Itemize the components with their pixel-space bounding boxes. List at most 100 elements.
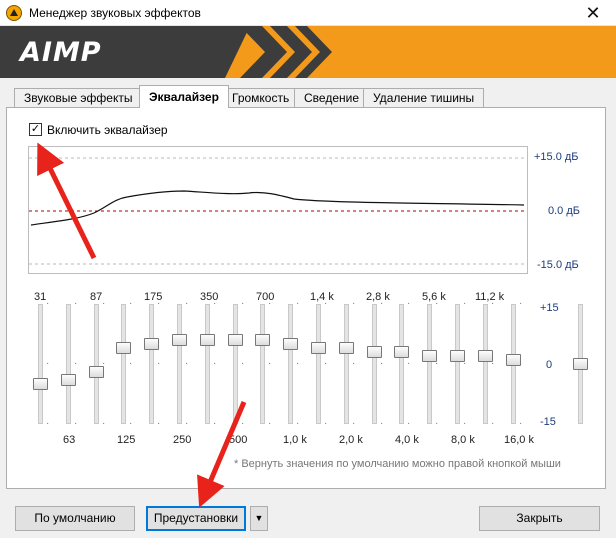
preamp-slider-thumb[interactable] xyxy=(573,358,588,370)
slider-tick-dots: · xyxy=(213,358,219,369)
tab-equalizer[interactable]: Эквалайзер xyxy=(139,85,229,108)
aimp-banner: AIMP xyxy=(0,26,616,78)
slider-tick-dots: · xyxy=(268,418,274,429)
eq-band-slider-thumb[interactable] xyxy=(255,334,270,346)
eq-band-slider-track[interactable] xyxy=(94,304,99,424)
eq-curve-svg xyxy=(29,157,527,265)
eq-band-slider-track[interactable] xyxy=(66,304,71,424)
slider-tick-dots: · xyxy=(185,358,191,369)
slider-tick-dots: · xyxy=(352,418,358,429)
eq-band-slider-track[interactable] xyxy=(427,304,432,424)
tab-volume[interactable]: Громкость xyxy=(222,88,300,108)
eq-band-slider-track[interactable] xyxy=(121,304,126,424)
aimp-app-icon xyxy=(6,5,22,21)
eq-band-slider-track[interactable] xyxy=(344,304,349,424)
eq-band-slider-track[interactable] xyxy=(483,304,488,424)
eq-band-slider-thumb[interactable] xyxy=(450,350,465,362)
slider-tick-dots: · xyxy=(102,298,108,309)
slider-tick-dots: · xyxy=(380,298,386,309)
eq-band-slider-track[interactable] xyxy=(372,304,377,424)
eq-band-slider-thumb[interactable] xyxy=(144,338,159,350)
slider-tick-dots: · xyxy=(324,418,330,429)
slider-tick-dots: · xyxy=(268,358,274,369)
eq-band-slider-track[interactable] xyxy=(455,304,460,424)
graph-scale-middle: 0.0 дБ xyxy=(548,205,580,217)
slider-tick-dots: · xyxy=(491,298,497,309)
slider-tick-dots: · xyxy=(46,298,52,309)
slider-tick-dots: · xyxy=(185,298,191,309)
slider-tick-dots: · xyxy=(157,418,163,429)
slider-tick-dots: · xyxy=(519,418,525,429)
eq-band-slider-track[interactable] xyxy=(316,304,321,424)
slider-tick-dots: · xyxy=(157,358,163,369)
slider-tick-dots: · xyxy=(46,358,52,369)
presets-button[interactable]: Предустановки xyxy=(146,506,246,531)
band-label-250: 250 xyxy=(173,434,192,446)
enable-equalizer-label: Включить эквалайзер xyxy=(47,123,168,137)
slider-scale-bottom: -15 xyxy=(540,416,556,428)
eq-band-slider-thumb[interactable] xyxy=(367,346,382,358)
slider-tick-dots: · xyxy=(491,418,497,429)
slider-tick-dots: · xyxy=(380,418,386,429)
slider-tick-dots: · xyxy=(519,298,525,309)
slider-tick-dots: · xyxy=(380,358,386,369)
aimp-logo: AIMP xyxy=(20,37,102,68)
slider-tick-dots: · xyxy=(74,298,80,309)
eq-band-slider-thumb[interactable] xyxy=(478,350,493,362)
eq-band-slider-thumb[interactable] xyxy=(89,366,104,378)
band-label-1-4k: 1,4 k xyxy=(310,291,334,303)
slider-tick-dots: · xyxy=(102,418,108,429)
band-label-8-0k: 8,0 k xyxy=(451,434,475,446)
eq-band-slider-track[interactable] xyxy=(233,304,238,424)
eq-band-slider-thumb[interactable] xyxy=(172,334,187,346)
slider-scale-middle: 0 xyxy=(546,359,553,371)
eq-band-slider-thumb[interactable] xyxy=(394,346,409,358)
slider-tick-dots: · xyxy=(268,298,274,309)
slider-tick-dots: · xyxy=(407,358,413,369)
eq-band-slider-thumb[interactable] xyxy=(339,342,354,354)
eq-band-slider-thumb[interactable] xyxy=(33,378,48,390)
eq-band-slider-thumb[interactable] xyxy=(283,338,298,350)
eq-band-slider-thumb[interactable] xyxy=(311,342,326,354)
slider-tick-dots: · xyxy=(129,418,135,429)
slider-tick-dots: · xyxy=(213,418,219,429)
slider-tick-dots: · xyxy=(157,298,163,309)
slider-tick-dots: · xyxy=(241,298,247,309)
slider-tick-dots: · xyxy=(241,418,247,429)
eq-response-graph xyxy=(28,146,528,274)
eq-band-slider-thumb[interactable] xyxy=(116,342,131,354)
graph-scale-top: +15.0 дБ xyxy=(534,151,579,163)
eq-band-slider-track[interactable] xyxy=(177,304,182,424)
band-label-1-0k: 1,0 k xyxy=(283,434,307,446)
eq-band-slider-track[interactable] xyxy=(149,304,154,424)
eq-band-slider-thumb[interactable] xyxy=(200,334,215,346)
close-window-icon[interactable]: ✕ xyxy=(570,0,616,26)
close-button[interactable]: Закрыть xyxy=(479,506,600,531)
presets-dropdown-button[interactable]: ▼ xyxy=(250,506,268,531)
slider-tick-dots: · xyxy=(185,418,191,429)
tab-mixing[interactable]: Сведение xyxy=(294,88,369,108)
slider-tick-dots: · xyxy=(296,358,302,369)
slider-tick-dots: · xyxy=(74,418,80,429)
checkbox-check-icon[interactable]: ✓ xyxy=(29,123,42,136)
band-label-11-2k: 11,2 k xyxy=(475,291,505,303)
tab-sound-effects[interactable]: Звуковые эффекты xyxy=(14,88,143,108)
eq-band-slider-track[interactable] xyxy=(38,304,43,424)
reset-hint-text: * Вернуть значения по умолчанию можно пр… xyxy=(234,458,561,470)
slider-tick-dots: · xyxy=(463,298,469,309)
eq-band-slider-thumb[interactable] xyxy=(506,354,521,366)
slider-tick-dots: · xyxy=(213,298,219,309)
eq-band-slider-thumb[interactable] xyxy=(422,350,437,362)
eq-band-slider-thumb[interactable] xyxy=(228,334,243,346)
eq-band-slider-track[interactable] xyxy=(205,304,210,424)
band-label-5-6k: 5,6 k xyxy=(422,291,446,303)
defaults-button[interactable]: По умолчанию xyxy=(15,506,135,531)
eq-band-slider-thumb[interactable] xyxy=(61,374,76,386)
band-label-16-0k: 16,0 k xyxy=(504,434,534,446)
eq-band-slider-track[interactable] xyxy=(288,304,293,424)
eq-band-slider-track[interactable] xyxy=(260,304,265,424)
tab-silence-removal[interactable]: Удаление тишины xyxy=(363,88,485,108)
slider-tick-dots: · xyxy=(463,418,469,429)
slider-tick-dots: · xyxy=(296,418,302,429)
eq-band-slider-track[interactable] xyxy=(399,304,404,424)
